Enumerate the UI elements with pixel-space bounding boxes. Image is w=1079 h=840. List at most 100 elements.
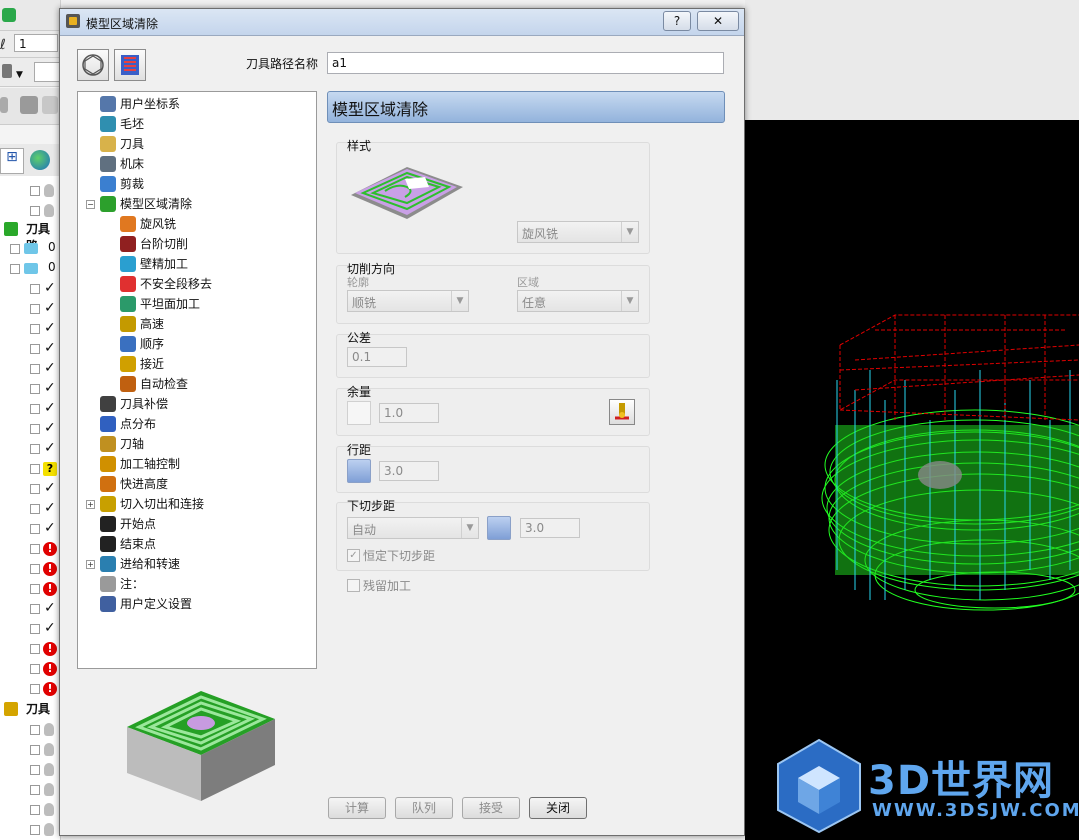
tree-node[interactable]: 点分布	[100, 414, 156, 434]
help-button[interactable]: ?	[663, 11, 691, 31]
expand-icon[interactable]: +	[86, 560, 95, 569]
expand-icon[interactable]	[10, 244, 20, 254]
background-field[interactable]: 1	[14, 34, 58, 52]
expand-icon[interactable]	[30, 444, 40, 454]
stepdown-group: 下切步距 自动 ▼ 3.0 ✓ 恒定下切步距	[336, 499, 650, 571]
chevron-down-icon[interactable]: ▼	[16, 70, 23, 80]
tree-node[interactable]: 壁精加工	[120, 254, 188, 274]
expand-icon[interactable]	[30, 344, 40, 354]
tree-node[interactable]: 模型区域清除	[100, 194, 192, 214]
tree-node[interactable]: 快进高度	[100, 474, 168, 494]
strategy-selector-button[interactable]	[77, 49, 109, 81]
tree-node[interactable]: 顺序	[120, 334, 164, 354]
tree-node[interactable]: 切入切出和连接	[100, 494, 204, 514]
accept-button[interactable]: 接受	[462, 797, 520, 819]
calculate-button[interactable]: 计算	[328, 797, 386, 819]
expand-icon[interactable]	[30, 765, 40, 775]
style-dropdown[interactable]: 旋风铣 ▼	[517, 221, 639, 243]
profile-direction-dropdown[interactable]: 顺铣 ▼	[347, 290, 469, 312]
stepover-copy-icon[interactable]	[347, 459, 371, 483]
tree-node[interactable]: 用户定义设置	[100, 594, 192, 614]
expand-icon[interactable]	[30, 644, 40, 654]
constant-stepdown-checkbox[interactable]: ✓	[347, 549, 360, 562]
tree-node[interactable]: 高速	[120, 314, 164, 334]
expand-icon[interactable]	[30, 304, 40, 314]
expand-icon[interactable]	[30, 584, 40, 594]
play-icon[interactable]	[2, 8, 16, 22]
window-close-button[interactable]: ✕	[697, 11, 739, 31]
expand-icon[interactable]	[30, 464, 40, 474]
queue-button[interactable]: 队列	[395, 797, 453, 819]
tree-node[interactable]: 用户坐标系	[100, 94, 180, 114]
tool-shape-icon[interactable]	[0, 97, 8, 113]
tree-node[interactable]: 平坦面加工	[120, 294, 200, 314]
expand-icon[interactable]	[30, 664, 40, 674]
expand-icon[interactable]	[30, 725, 40, 735]
tree-node[interactable]: 刀具补偿	[100, 394, 168, 414]
block-shape-icon[interactable]	[20, 96, 38, 114]
expand-icon[interactable]	[10, 264, 20, 274]
tree-node[interactable]: 结束点	[100, 534, 156, 554]
collapse-icon[interactable]: −	[86, 200, 95, 209]
graphics-viewport[interactable]	[745, 120, 1079, 840]
tolerance-input[interactable]: 0.1	[347, 347, 407, 367]
toolpath-name-input[interactable]: a1	[327, 52, 724, 74]
tree-node[interactable]: 注：	[100, 574, 144, 594]
tree-node[interactable]: 机床	[100, 154, 144, 174]
tree-node[interactable]: 进给和转速	[100, 554, 180, 574]
area-direction-dropdown[interactable]: 任意 ▼	[517, 290, 639, 312]
tree-node[interactable]: 不安全段移去	[120, 274, 212, 294]
rest-machining-checkbox[interactable]	[347, 579, 360, 592]
expand-icon[interactable]	[30, 564, 40, 574]
background-dropdown[interactable]	[34, 62, 60, 82]
toolpaths-folder-icon[interactable]	[4, 222, 18, 236]
expand-icon[interactable]	[30, 544, 40, 554]
expand-icon[interactable]	[30, 404, 40, 414]
tree-node[interactable]: 接近	[120, 354, 164, 374]
expand-icon[interactable]	[30, 745, 40, 755]
lightbulb-icon	[44, 823, 54, 836]
thickness-input[interactable]: 1.0	[379, 403, 439, 423]
tree-node[interactable]: 剪裁	[100, 174, 144, 194]
expand-icon[interactable]	[30, 684, 40, 694]
thickness-settings-icon[interactable]	[347, 401, 371, 425]
tree-node[interactable]: 台阶切削	[120, 234, 188, 254]
close-button[interactable]: 关闭	[529, 797, 587, 819]
expand-icon[interactable]	[30, 284, 40, 294]
stepdown-mode-dropdown[interactable]: 自动 ▼	[347, 517, 479, 539]
expand-icon[interactable]	[30, 186, 40, 196]
expand-icon[interactable]	[30, 324, 40, 334]
tree-node-label: 快进高度	[120, 477, 169, 491]
edit-toolpath-button[interactable]	[114, 49, 146, 81]
copy-icon[interactable]	[42, 96, 58, 114]
stepover-input[interactable]: 3.0	[379, 461, 439, 481]
tree-node[interactable]: 毛坯	[100, 114, 144, 134]
dialog-titlebar[interactable]: 模型区域清除 ? ✕	[60, 9, 744, 36]
tools-label[interactable]: 刀具	[26, 700, 50, 717]
expand-icon[interactable]	[30, 364, 40, 374]
expand-icon[interactable]	[30, 206, 40, 216]
expand-icon[interactable]	[30, 504, 40, 514]
stepdown-copy-icon[interactable]	[487, 516, 511, 540]
expand-icon[interactable]	[30, 384, 40, 394]
stepdown-input[interactable]: 3.0	[520, 518, 580, 538]
expand-icon[interactable]	[30, 524, 40, 534]
tree-node[interactable]: 刀具	[100, 134, 144, 154]
expand-icon[interactable]	[30, 805, 40, 815]
tree-node[interactable]: 开始点	[100, 514, 156, 534]
expand-icon[interactable]	[30, 785, 40, 795]
expand-icon[interactable]: +	[86, 500, 95, 509]
expand-icon[interactable]	[30, 484, 40, 494]
component-thickness-button[interactable]	[609, 399, 635, 425]
globe-icon[interactable]	[30, 150, 50, 170]
tree-node[interactable]: 刀轴	[100, 434, 144, 454]
tree-tab-icon[interactable]: ⊞	[0, 148, 24, 174]
expand-icon[interactable]	[30, 825, 40, 835]
expand-icon[interactable]	[30, 604, 40, 614]
tree-node[interactable]: 自动检查	[120, 374, 188, 394]
expand-icon[interactable]	[30, 624, 40, 634]
tree-node[interactable]: 加工轴控制	[100, 454, 180, 474]
tree-node[interactable]: 旋风铣	[120, 214, 176, 234]
tools-folder-icon[interactable]	[4, 702, 18, 716]
expand-icon[interactable]	[30, 424, 40, 434]
